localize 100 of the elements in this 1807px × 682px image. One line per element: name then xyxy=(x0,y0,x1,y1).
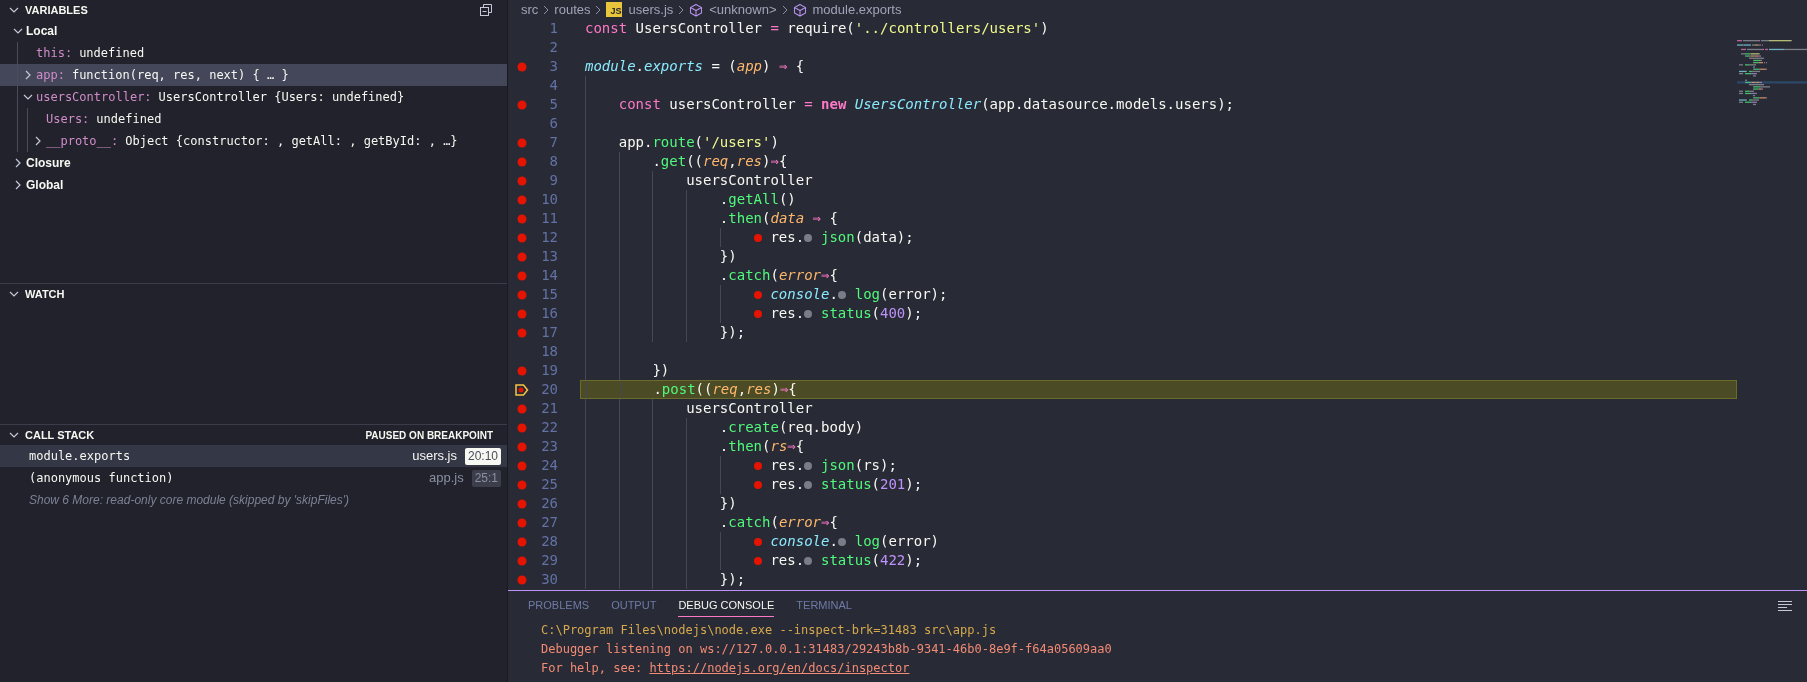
line-column-badge: 25:1 xyxy=(471,469,501,487)
code-text: const UsersController = require('../controllers/users') xyxy=(585,19,1049,38)
frame-name: (anonymous function) xyxy=(29,470,174,487)
chevron-right-icon xyxy=(595,4,602,15)
line-number: 22 xyxy=(540,418,558,437)
line-number: 19 xyxy=(540,361,558,380)
code-text: res. xyxy=(770,304,805,323)
tree-row[interactable]: Global xyxy=(0,174,507,196)
breadcrumb-item[interactable]: routes xyxy=(554,0,591,20)
variable-value: Object {constructor: , getAll: , getById: , …} xyxy=(125,133,458,150)
line-number: 14 xyxy=(540,266,558,285)
line-number: 11 xyxy=(540,209,558,228)
variable-name: this: xyxy=(36,45,73,62)
code-text: }) xyxy=(719,494,737,513)
code-text: }) xyxy=(652,361,670,380)
code-text: .then(data ⇒ { xyxy=(719,209,838,228)
panel-tab[interactable]: DEBUG CONSOLE xyxy=(678,595,775,617)
code-text: log(error); xyxy=(854,285,948,304)
breadcrumb-item[interactable]: <unknown> xyxy=(709,0,777,20)
console-line: C:\Program Files\nodejs\node.exe --inspect-brk=31483 src\app.js xyxy=(541,622,997,639)
tree-row[interactable]: Local xyxy=(0,20,507,42)
breadcrumb-item[interactable]: module.exports xyxy=(812,0,902,20)
code-text: app.route('/users') xyxy=(618,133,779,152)
paused-status: PAUSED ON BREAKPOINT xyxy=(365,428,493,443)
line-number: 13 xyxy=(540,247,558,266)
variable-name: app: xyxy=(36,67,65,84)
section-header[interactable]: WATCH xyxy=(0,285,65,303)
console-line: Debugger listening on ws://127.0.0.1:31483/29243b8b-9341-46b0-8e9f-f64a05609aa0 xyxy=(541,641,1112,658)
code-text: console. xyxy=(770,532,838,551)
scope-label: Local xyxy=(26,23,58,40)
line-number: 21 xyxy=(540,399,558,418)
code-text: usersController xyxy=(686,399,813,418)
tree-row[interactable]: app: function(req, res, next) { … } xyxy=(0,64,507,86)
line-number: 29 xyxy=(540,551,558,570)
line-number: 4 xyxy=(548,76,558,95)
code-text: res. xyxy=(770,228,805,247)
line-number: 6 xyxy=(548,114,558,133)
line-number: 27 xyxy=(540,513,558,532)
line-number: 10 xyxy=(540,190,558,209)
console-link[interactable]: https://nodejs.org/en/docs/inspector xyxy=(649,661,910,675)
line-number: 12 xyxy=(540,228,558,247)
file-type-icon: JS xyxy=(606,2,623,17)
line-number: 24 xyxy=(540,456,558,475)
code-text: }) xyxy=(719,247,737,266)
show-more-link[interactable]: Show 6 More: read-only core module (skipped by 'skipFiles') xyxy=(29,491,350,509)
frame-name: module.exports xyxy=(29,448,131,465)
call-stack-frame[interactable]: module.exports users.js 20:10 xyxy=(0,445,507,467)
code-text: status(201); xyxy=(821,475,923,494)
scope-label: Global xyxy=(26,177,64,194)
chevron-right-icon xyxy=(678,4,685,15)
variable-value: undefined xyxy=(96,111,162,128)
panel-tab[interactable]: PROBLEMS xyxy=(528,595,590,617)
chevron-right-icon xyxy=(543,4,550,15)
code-text: module.exports = (app) ⇒ { xyxy=(585,57,805,76)
console-line: For help, see: https://nodejs.org/en/docs/inspector xyxy=(541,660,910,677)
variable-name: __proto__: xyxy=(46,133,119,150)
line-number: 25 xyxy=(540,475,558,494)
line-number: 3 xyxy=(548,57,558,76)
line-number: 9 xyxy=(548,171,558,190)
breadcrumb-item[interactable]: src xyxy=(521,0,539,20)
code-text: res. xyxy=(770,475,805,494)
code-text: status(422); xyxy=(821,551,923,570)
collapse-all-icon xyxy=(479,3,493,17)
section-header[interactable]: VARIABLES xyxy=(0,1,88,19)
tree-row[interactable]: __proto__: Object {constructor: , getAll: , getById: , …} xyxy=(0,130,507,152)
line-number: 28 xyxy=(540,532,558,551)
panel-tab[interactable]: OUTPUT xyxy=(611,595,657,617)
tree-row[interactable]: usersController: UsersController {Users: undefined} xyxy=(0,86,507,108)
code-text: }); xyxy=(719,570,746,589)
code-text: }); xyxy=(719,323,746,342)
line-number: 18 xyxy=(540,342,558,361)
tree-row[interactable]: Closure xyxy=(0,152,507,174)
code-text: res. xyxy=(770,456,805,475)
variable-name: usersController: xyxy=(36,89,152,106)
variable-value: UsersController {Users: undefined} xyxy=(158,89,405,106)
code-text: .get((req,res)⇒{ xyxy=(652,152,788,171)
code-text: .catch(error⇒{ xyxy=(719,266,838,285)
tree-row[interactable]: this: undefined xyxy=(0,42,507,64)
call-stack-frame[interactable]: (anonymous function) app.js 25:1 xyxy=(0,467,507,489)
line-number: 16 xyxy=(540,304,558,323)
code-text: .create(req.body) xyxy=(719,418,864,437)
cube-icon xyxy=(689,2,704,17)
line-number: 1 xyxy=(548,19,558,38)
code-text: res. xyxy=(770,551,805,570)
code-text: const usersController = new UsersController(app.datasource.models.users); xyxy=(618,95,1235,114)
code-text: .then(rs⇒{ xyxy=(719,437,805,456)
line-number: 7 xyxy=(548,133,558,152)
code-text: usersController xyxy=(686,171,813,190)
cube-icon xyxy=(792,2,807,17)
section-header[interactable]: CALL STACK xyxy=(0,426,95,444)
breadcrumb-item[interactable]: users.js xyxy=(628,0,674,20)
variable-value: undefined xyxy=(79,45,145,62)
line-number: 30 xyxy=(540,570,558,589)
chevron-right-icon xyxy=(781,4,788,15)
code-text: log(error) xyxy=(854,532,940,551)
frame-file: app.js xyxy=(428,469,464,488)
variable-name: Users: xyxy=(46,111,90,128)
scope-label: Closure xyxy=(26,155,71,172)
tree-row[interactable]: Users: undefined xyxy=(0,108,507,130)
line-number: 20 xyxy=(540,380,558,399)
